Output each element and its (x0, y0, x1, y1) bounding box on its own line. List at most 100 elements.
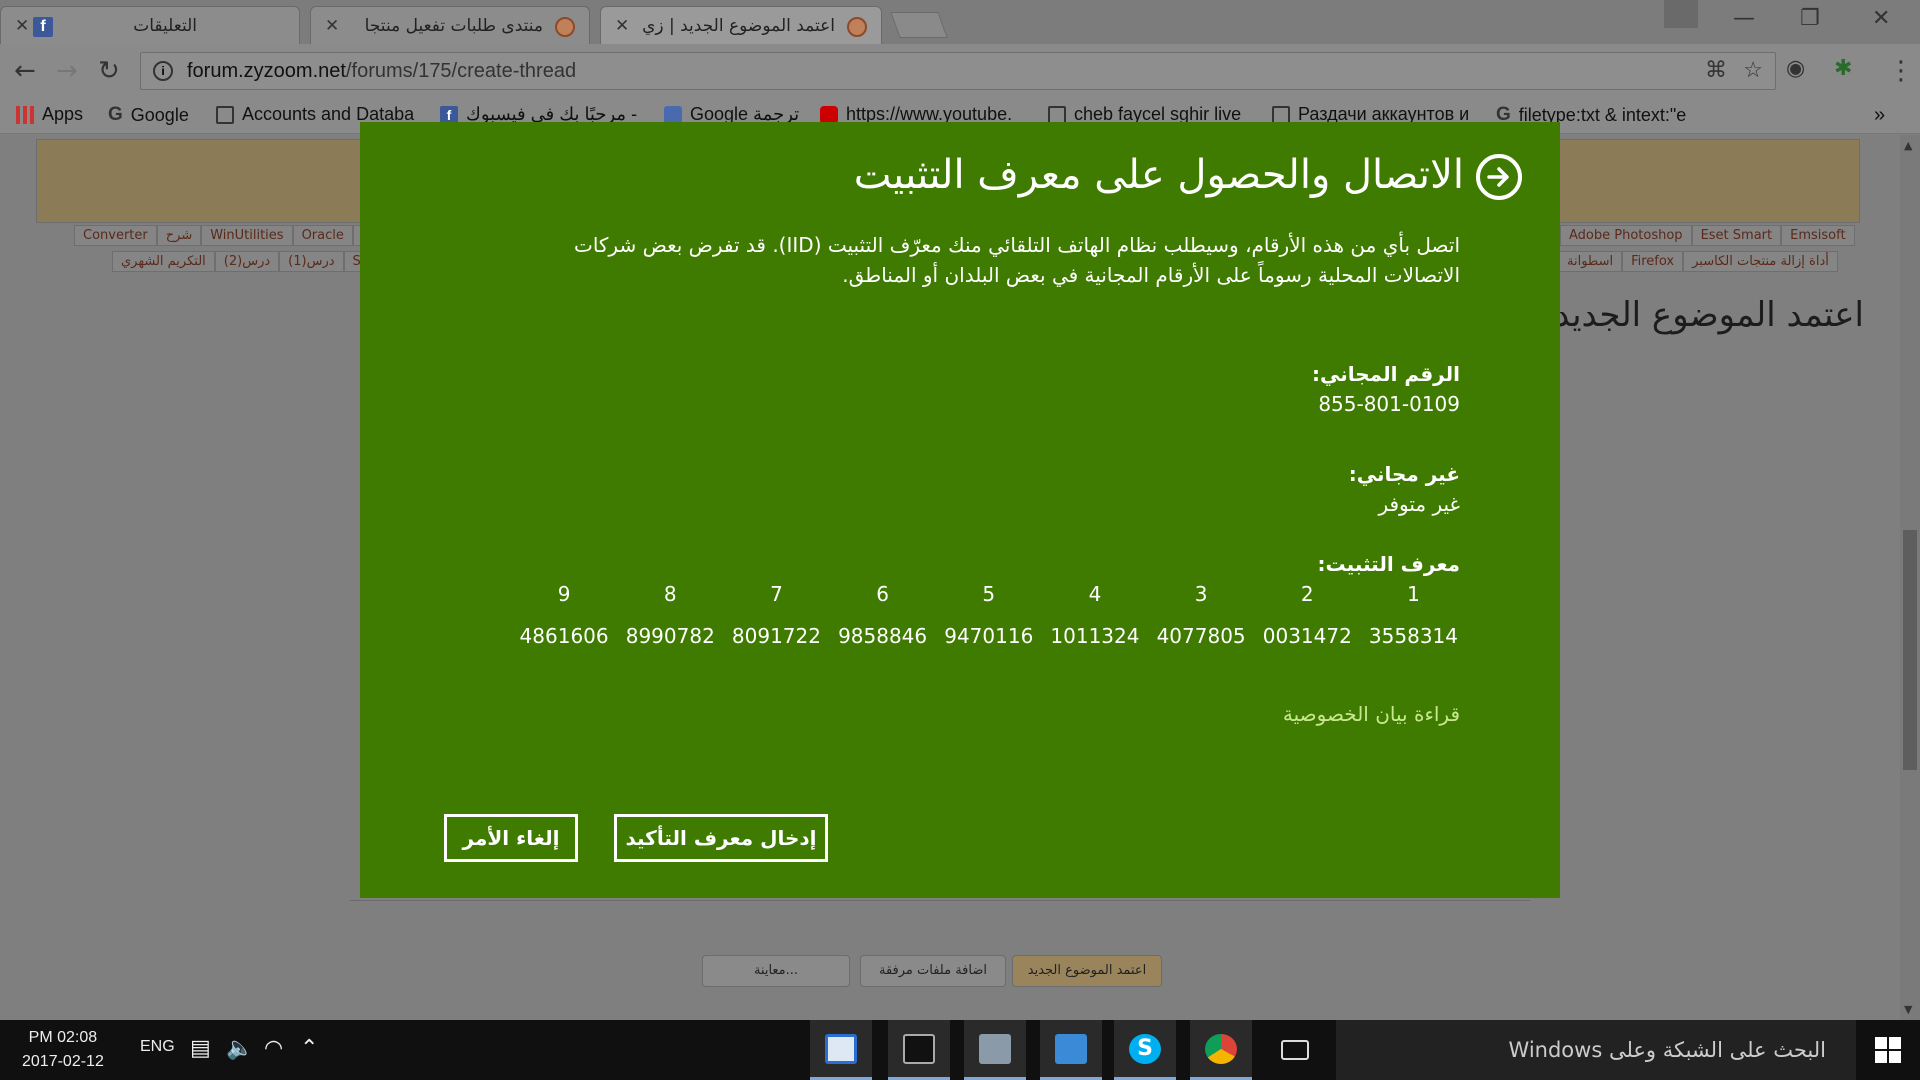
chrome-icon (1205, 1033, 1237, 1064)
more-bookmarks-icon[interactable]: » (1874, 104, 1885, 127)
cancel-button[interactable]: إلغاء الأمر (444, 814, 578, 862)
youtube-icon (820, 105, 838, 124)
privacy-statement-link[interactable]: قراءة بيان الخصوصية (1283, 702, 1460, 726)
iid-group-value: 4861606 (519, 624, 609, 648)
page-tags-row2-right: اسطوانة Firefox أداة إزالة منتجات الكاسب… (1558, 251, 1838, 272)
tab-title: منتدى طلبات تفعيل منتجا (364, 15, 543, 36)
preview-button[interactable]: معاينة... (702, 955, 850, 987)
taskbar-chrome-app[interactable] (1190, 1020, 1252, 1080)
tab-activation-requests[interactable]: ✕ منتدى طلبات تفعيل منتجا (310, 6, 590, 44)
tag-link[interactable]: Emsisoft (1781, 225, 1855, 246)
iid-group-number: 5 (982, 582, 996, 606)
iid-group-value: 0031472 (1262, 624, 1352, 648)
taskbar-cmd-app[interactable] (888, 1020, 950, 1080)
tag-link[interactable]: Eset Smart (1691, 225, 1782, 246)
tab-title: اعتمد الموضوع الجديد | زي (642, 15, 835, 36)
page-scrollbar[interactable]: ▲ ▼ (1900, 135, 1920, 1020)
taskbar-skype-app[interactable]: S (1114, 1020, 1176, 1080)
arrow-right-icon (1487, 167, 1509, 187)
iid-group-number: 8 (663, 582, 677, 606)
back-arrow-icon[interactable]: ← (14, 56, 36, 86)
task-view-button[interactable] (1264, 1020, 1326, 1080)
back-arrow-circle-icon[interactable] (1476, 154, 1522, 200)
attach-files-button[interactable]: اضافة ملفات مرفقة (860, 955, 1006, 987)
installation-id-table: 1 3558314 2 0031472 3 4077805 4 1011324 5 947… (512, 582, 1462, 648)
translate-icon[interactable]: ⌘ (1705, 57, 1727, 83)
forward-arrow-icon[interactable]: → (56, 56, 78, 86)
restore-icon[interactable]: ❐ (1800, 6, 1820, 31)
taskbar-network-app[interactable] (964, 1020, 1026, 1080)
page-icon (1048, 105, 1066, 124)
close-icon[interactable]: ✕ (615, 16, 629, 36)
tag-link[interactable]: Oracle (292, 225, 353, 246)
info-icon[interactable]: i (153, 61, 173, 81)
taskbar-control-panel-app[interactable] (1040, 1020, 1102, 1080)
tag-link[interactable]: Adobe Photoshop (1560, 225, 1692, 246)
tag-link[interactable]: اسطوانة (1558, 251, 1623, 272)
tag-link[interactable]: شرح (156, 225, 202, 246)
page-tags-row1-left: Converter شرح WinUtilities Oracle AV (74, 225, 388, 246)
url-host: forum.zyzoom.net (187, 59, 346, 82)
url-path: /forums/175/create-thread (345, 59, 577, 82)
bookmark-google[interactable]: G Google (108, 104, 189, 126)
tab-comments[interactable]: ✕ التعليقات f (0, 6, 300, 44)
extension-icon[interactable]: ◉ (1786, 56, 1805, 81)
toll-label: غير مجاني: (1348, 462, 1460, 486)
start-button[interactable] (1856, 1020, 1920, 1080)
facebook-icon: f (440, 105, 458, 124)
address-bar[interactable]: i forum.zyzoom.net /forums/175/create-th… (140, 52, 1776, 90)
scroll-down-icon[interactable]: ▼ (1904, 1003, 1912, 1016)
enter-confirmation-id-button[interactable]: إدخال معرف التأكيد (614, 814, 828, 862)
volume-icon[interactable]: 🔈 (226, 1036, 253, 1061)
close-icon[interactable]: ✕ (15, 16, 29, 36)
action-center-icon[interactable]: ▤ (190, 1036, 211, 1061)
chevron-up-icon[interactable]: ⌃ (300, 1036, 318, 1061)
submit-thread-button[interactable]: اعتمد الموضوع الجديد (1012, 955, 1162, 987)
profile-icon[interactable] (1664, 0, 1698, 28)
installation-id-label: معرف التثبيت: (1317, 552, 1461, 576)
tag-link[interactable]: Firefox (1622, 251, 1684, 272)
language-indicator[interactable]: ENG (140, 1038, 175, 1056)
iid-group: 7 8091722 (728, 582, 825, 648)
scroll-thumb[interactable] (1903, 530, 1917, 770)
new-tab-button[interactable] (890, 12, 948, 38)
bookmark-apps[interactable]: Apps (16, 104, 83, 125)
clock-time: PM 02:08 (28, 1029, 98, 1046)
taskbar-explorer-app[interactable] (810, 1020, 872, 1080)
iid-group: 5 9470116 (940, 582, 1037, 648)
iid-group-value: 9858846 (838, 624, 928, 648)
tag-link[interactable]: أداة إزالة منتجات الكاسبر (1683, 251, 1838, 272)
iid-group-value: 8990782 (625, 624, 715, 648)
iid-group: 4 1011324 (1046, 582, 1143, 648)
google-icon: G (108, 104, 123, 125)
iid-group-number: 4 (1088, 582, 1102, 606)
extension-badge-icon[interactable]: ✱ (1834, 56, 1852, 81)
tag-link[interactable]: Converter (74, 225, 157, 246)
browser-toolbar: ← → ↻ i forum.zyzoom.net /forums/175/cre… (0, 44, 1920, 98)
tray-clock[interactable]: PM 02:08 2017-02-12 (22, 1026, 104, 1074)
dialog-description: اتصل بأي من هذه الأرقام، وسيطلب نظام اله… (573, 233, 1460, 287)
cortana-search-box[interactable]: البحث على الشبكة وعلى Windows (1336, 1020, 1856, 1080)
reload-icon[interactable]: ↻ (98, 56, 120, 86)
menu-icon[interactable]: ⋮ (1888, 56, 1914, 86)
page-tags-row1-right: Adobe Photoshop Eset Smart Emsisoft (1560, 225, 1855, 246)
tag-link[interactable]: التكريم الشهري (112, 251, 215, 272)
bookmark-label: Google (130, 104, 189, 125)
iid-group-number: 9 (557, 582, 571, 606)
minimize-icon[interactable]: — (1733, 6, 1755, 31)
network-computers-icon (979, 1033, 1011, 1064)
toll-free-number: 855-801-0109 (1318, 392, 1460, 416)
iid-group-value: 1011324 (1050, 624, 1140, 648)
close-icon[interactable]: ✕ (325, 16, 339, 36)
tab-create-thread[interactable]: ✕ اعتمد الموضوع الجديد | زي (600, 6, 882, 44)
close-window-icon[interactable]: ✕ (1872, 6, 1890, 31)
wifi-icon[interactable]: ◠ (264, 1036, 283, 1061)
tag-link[interactable]: درس(1) (279, 251, 344, 272)
iid-group-number: 7 (770, 582, 783, 606)
bookmark-star-icon[interactable]: ☆ (1743, 57, 1763, 83)
scroll-up-icon[interactable]: ▲ (1904, 139, 1912, 152)
tag-link[interactable]: WinUtilities (201, 225, 293, 246)
page-icon (216, 105, 234, 124)
windows-logo-icon (1875, 1037, 1901, 1063)
tag-link[interactable]: درس(2) (214, 251, 280, 272)
